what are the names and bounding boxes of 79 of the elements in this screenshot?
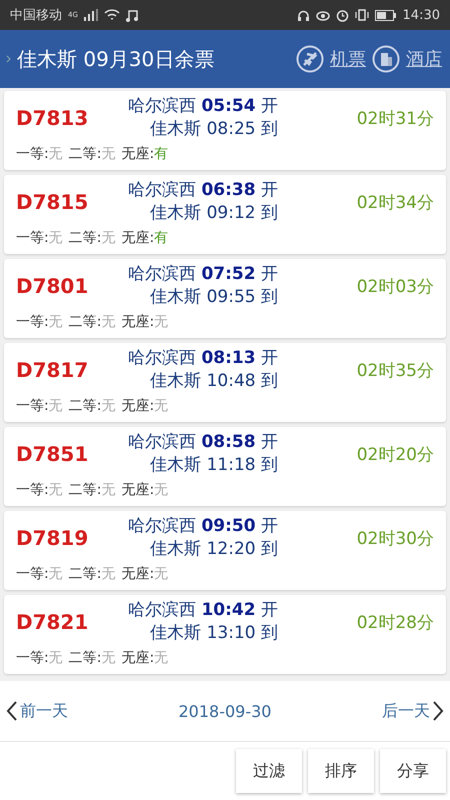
travel-duration: 02时28分 xyxy=(356,612,434,634)
next-day-link[interactable]: 后一天 xyxy=(382,700,444,722)
seat-availability: 无座:无 xyxy=(121,565,168,583)
departure-line: 哈尔滨西 09:50 开 xyxy=(128,515,278,538)
seat-availability: 二等:无 xyxy=(68,649,116,667)
train-card[interactable]: D7821 哈尔滨西 10:42 开 佳木斯 13:10 到 02时28分 一等:无 二等:无 无座:无 xyxy=(4,595,446,674)
action-button[interactable]: 过滤 xyxy=(236,749,302,793)
page-title: 佳木斯 09月30日余票 xyxy=(17,46,216,72)
arrival-line: 佳木斯 12:20 到 xyxy=(150,538,278,561)
seat-availability: 二等:无 xyxy=(68,145,116,163)
music-icon xyxy=(126,8,138,22)
train-number: D7813 xyxy=(16,106,90,130)
travel-duration: 02时34分 xyxy=(356,192,434,214)
train-card[interactable]: D7819 哈尔滨西 09:50 开 佳木斯 12:20 到 02时30分 一等:无 二等:无 无座:无 xyxy=(4,511,446,590)
seat-availability: 无座:无 xyxy=(121,481,168,499)
train-card[interactable]: D7801 哈尔滨西 07:52 开 佳木斯 09:55 到 02时03分 一等:无 二等:无 无座:无 xyxy=(4,259,446,338)
train-number: D7821 xyxy=(16,610,90,634)
seat-availability: 一等:无 xyxy=(16,145,63,163)
chevron-icon xyxy=(6,55,11,63)
train-number: D7851 xyxy=(16,442,90,466)
seat-availability: 二等:无 xyxy=(68,397,116,415)
seat-availability: 二等:无 xyxy=(68,313,116,331)
departure-line: 哈尔滨西 07:52 开 xyxy=(128,263,278,286)
travel-duration: 02时31分 xyxy=(356,108,434,130)
arrival-line: 佳木斯 08:25 到 xyxy=(150,118,278,141)
seat-availability: 无座:有 xyxy=(121,145,168,163)
wifi-icon xyxy=(104,9,120,21)
seat-availability: 二等:无 xyxy=(68,565,116,583)
arrival-line: 佳木斯 09:12 到 xyxy=(150,202,278,225)
header-link[interactable]: 酒店 xyxy=(406,47,442,71)
seat-availability: 一等:无 xyxy=(16,481,63,499)
seat-availability: 无座:有 xyxy=(121,229,168,247)
train-card[interactable]: D7851 哈尔滨西 08:58 开 佳木斯 11:18 到 02时20分 一等:无 二等:无 无座:无 xyxy=(4,427,446,506)
carrier-name: 中国移动 xyxy=(10,7,62,24)
action-button[interactable]: 分享 xyxy=(380,749,446,793)
headphones-icon xyxy=(296,8,310,22)
travel-duration: 02时20分 xyxy=(356,444,434,466)
clock-time: 14:30 xyxy=(402,8,440,22)
train-card[interactable]: D7815 哈尔滨西 06:38 开 佳木斯 09:12 到 02时34分 一等:无 二等:无 无座:有 xyxy=(4,175,446,254)
arrival-line: 佳木斯 09:55 到 xyxy=(150,286,278,309)
building-icon xyxy=(372,45,400,73)
battery-icon xyxy=(374,10,397,20)
train-number: D7817 xyxy=(16,358,90,382)
seat-availability: 一等:无 xyxy=(16,229,63,247)
chevron-right-icon xyxy=(432,700,444,722)
seat-availability: 一等:无 xyxy=(16,649,63,667)
seat-availability: 一等:无 xyxy=(16,313,63,331)
eye-icon xyxy=(316,9,330,21)
current-date: 2018-09-30 xyxy=(178,702,272,720)
departure-line: 哈尔滨西 06:38 开 xyxy=(128,179,278,202)
seat-availability: 二等:无 xyxy=(68,229,116,247)
train-number: D7815 xyxy=(16,190,90,214)
vibrate-icon xyxy=(354,9,369,21)
train-card[interactable]: D7817 哈尔滨西 08:13 开 佳木斯 10:48 到 02时35分 一等:无 二等:无 无座:无 xyxy=(4,343,446,422)
train-number: D7801 xyxy=(16,274,90,298)
seat-availability: 一等:无 xyxy=(16,565,63,583)
alarm-icon xyxy=(336,8,349,22)
header-link[interactable]: 机票 xyxy=(330,47,366,71)
departure-line: 哈尔滨西 08:58 开 xyxy=(128,431,278,454)
seat-availability: 无座:无 xyxy=(121,649,168,667)
travel-duration: 02时03分 xyxy=(356,276,434,298)
seat-availability: 二等:无 xyxy=(68,481,116,499)
seat-availability: 一等:无 xyxy=(16,397,63,415)
signal-icon xyxy=(84,9,98,21)
action-button[interactable]: 排序 xyxy=(308,749,374,793)
arrival-line: 佳木斯 11:18 到 xyxy=(150,454,278,477)
arrival-line: 佳木斯 10:48 到 xyxy=(150,370,278,393)
seat-availability: 无座:无 xyxy=(121,313,168,331)
train-card[interactable]: D7813 哈尔滨西 05:54 开 佳木斯 08:25 到 02时31分 一等:无 二等:无 无座:有 xyxy=(4,91,446,170)
previous-day-link[interactable]: 前一天 xyxy=(6,700,68,722)
departure-line: 哈尔滨西 05:54 开 xyxy=(128,95,278,118)
seat-availability: 无座:无 xyxy=(121,397,168,415)
departure-line: 哈尔滨西 10:42 开 xyxy=(128,599,278,622)
travel-duration: 02时30分 xyxy=(356,528,434,550)
departure-line: 哈尔滨西 08:13 开 xyxy=(128,347,278,370)
chevron-left-icon xyxy=(6,700,18,722)
train-number: D7819 xyxy=(16,526,90,550)
arrival-line: 佳木斯 13:10 到 xyxy=(150,622,278,645)
travel-duration: 02时35分 xyxy=(356,360,434,382)
